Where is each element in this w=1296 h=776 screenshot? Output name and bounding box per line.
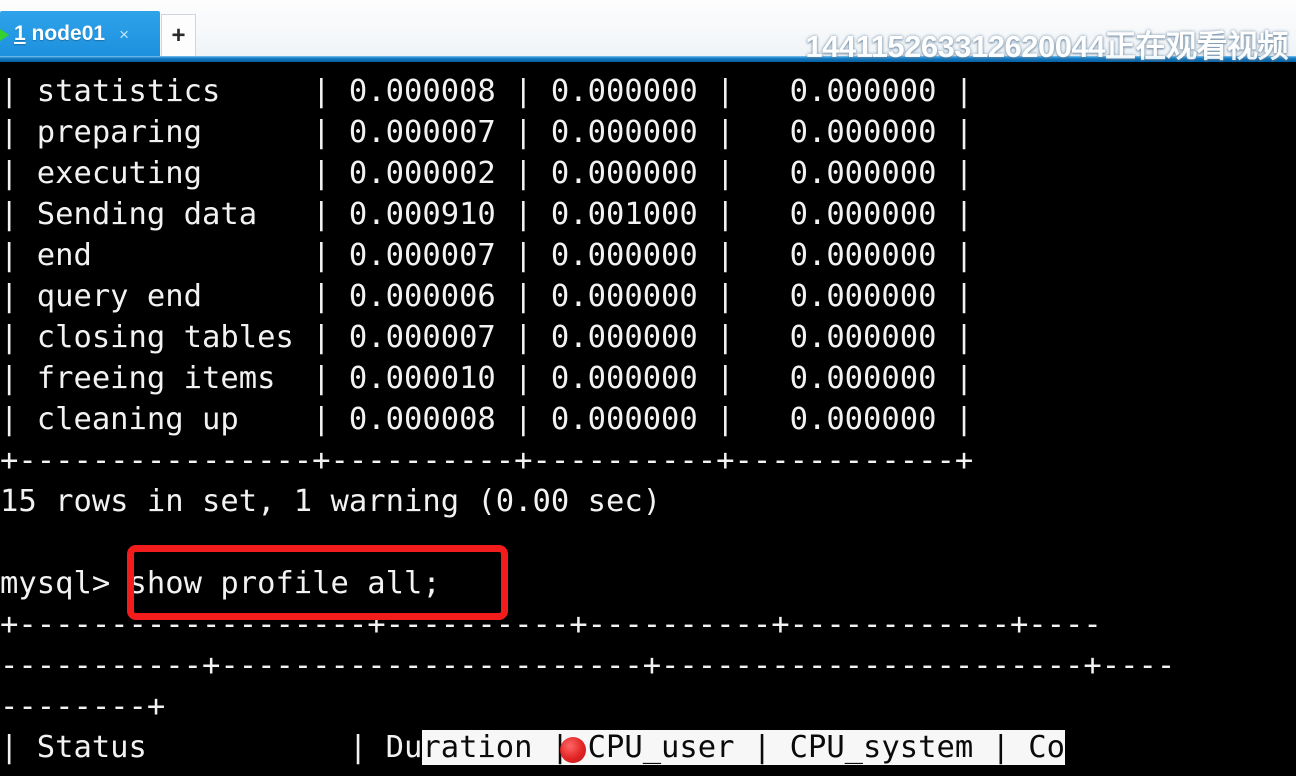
table-separator: --------+: [0, 689, 166, 724]
tab-index-number: 1: [14, 22, 26, 45]
table-row: | freeing items | 0.000010 | 0.000000 | …: [0, 361, 974, 396]
table-separator: +------------------+------------+-------…: [0, 769, 1138, 776]
rows-in-set-status: 15 rows in set, 1 warning (0.00 sec): [0, 484, 662, 519]
tab-node01[interactable]: 1 node01 ×: [0, 11, 160, 57]
table-separator: +----------------+----------+----------+…: [0, 443, 974, 478]
tab-node01-label: 1 node01: [14, 22, 105, 46]
table-header-unselected: | Status | Du: [0, 730, 423, 765]
table-row: | preparing | 0.000007 | 0.000000 | 0.00…: [0, 115, 974, 150]
table-separator: +-------------------+----------+--------…: [0, 607, 1102, 642]
terminal-tab-bar: 1 node01 × +: [0, 0, 1296, 57]
table-header-row: | Status | Duration | CPU_user | CPU_sys…: [0, 728, 1066, 769]
session-running-icon: [0, 29, 9, 41]
table-row: | executing | 0.000002 | 0.000000 | 0.00…: [0, 156, 974, 191]
close-icon[interactable]: ×: [119, 26, 129, 43]
terminal-output[interactable]: | statistics | 0.000008 | 0.000000 | 0.0…: [0, 62, 1296, 776]
table-separator: -----------+-----------------------+----…: [0, 648, 1176, 683]
table-header-selected-text[interactable]: ration | CPU_user | CPU_system | Co: [422, 730, 1066, 765]
table-row: | query end | 0.000006 | 0.000000 | 0.00…: [0, 279, 974, 314]
tab-title-text: node01: [31, 22, 106, 45]
table-row: | Sending data | 0.000910 | 0.001000 | 0…: [0, 197, 974, 232]
prompt-command-line[interactable]: mysql> show profile all;: [0, 564, 441, 605]
new-tab-button[interactable]: +: [161, 14, 196, 57]
table-row: | cleaning up | 0.000008 | 0.000000 | 0.…: [0, 402, 974, 437]
table-row: | statistics | 0.000008 | 0.000000 | 0.0…: [0, 74, 974, 109]
table-row: | end | 0.000007 | 0.000000 | 0.000000 |: [0, 238, 974, 273]
table-row: | closing tables | 0.000007 | 0.000000 |…: [0, 320, 974, 355]
